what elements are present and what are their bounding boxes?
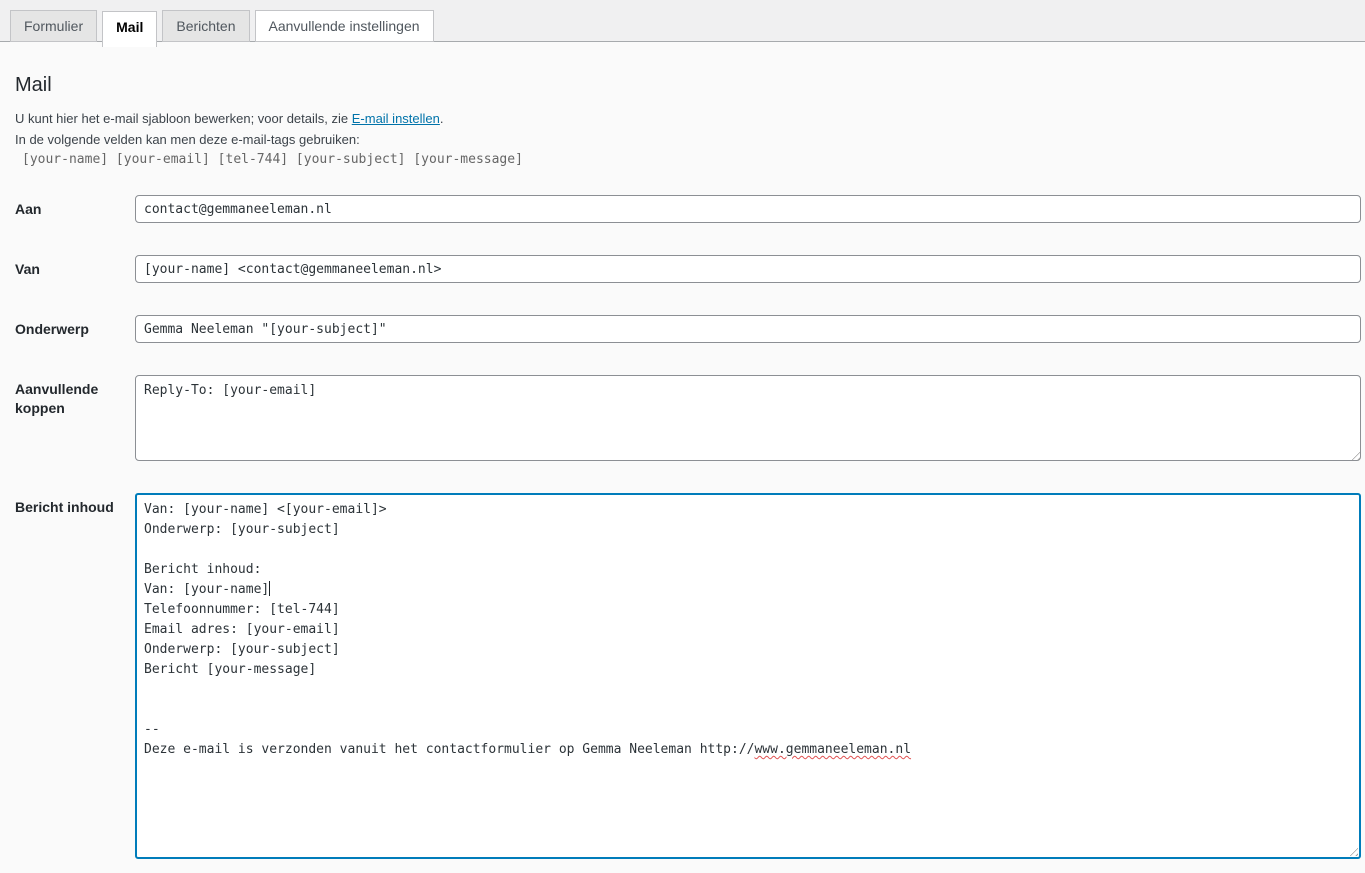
from-field-input[interactable] bbox=[135, 255, 1361, 283]
body-text-before-caret: Van: [your-name] <[your-email]> Onderwer… bbox=[144, 502, 387, 597]
available-mail-tags: [your-name] [your-email] [tel-744] [your… bbox=[22, 152, 523, 167]
from-field-label: Van bbox=[15, 261, 40, 277]
body-misspelled-url: www.gemmaneeleman.nl bbox=[754, 742, 912, 757]
tags-intro-line: In de volgende velden kan men deze e-mai… bbox=[15, 132, 360, 147]
resize-grabber-icon[interactable] bbox=[1346, 844, 1358, 856]
cf7-mail-settings-page: Formulier Mail Berichten Aanvullende ins… bbox=[0, 0, 1365, 859]
tab-mail[interactable]: Mail bbox=[102, 11, 158, 47]
intro-text-after: . bbox=[439, 111, 444, 126]
text-caret bbox=[269, 581, 271, 596]
panel-title: Mail bbox=[15, 74, 52, 96]
tab-formulier[interactable]: Formulier bbox=[10, 10, 98, 42]
body-text-after-caret: Telefoonnummer: [tel-744] Email adres: [… bbox=[144, 602, 755, 757]
field-row-to: Aan bbox=[15, 195, 1361, 223]
subject-field-input[interactable] bbox=[135, 315, 1361, 343]
tab-berichten[interactable]: Berichten bbox=[162, 10, 250, 42]
panel-description: U kunt hier het e-mail sjabloon bewerken… bbox=[15, 108, 1361, 150]
additional-headers-field-label: Aanvullende koppen bbox=[15, 381, 99, 416]
field-row-additional-headers: Aanvullende koppen Reply-To: [your-email… bbox=[15, 375, 1361, 461]
mail-panel: Mail U kunt hier het e-mail sjabloon bew… bbox=[0, 73, 1365, 859]
field-row-message-body: Bericht inhoud Van: [your-name] <[your-e… bbox=[15, 493, 1361, 859]
message-body-field-label: Bericht inhoud bbox=[15, 499, 114, 515]
field-row-from: Van bbox=[15, 255, 1361, 283]
additional-headers-textarea[interactable]: Reply-To: [your-email] bbox=[135, 375, 1361, 461]
to-field-input[interactable] bbox=[135, 195, 1361, 223]
mail-settings-form: Aan Van Onderwerp Aanvullende koppen bbox=[15, 195, 1361, 859]
subject-field-label: Onderwerp bbox=[15, 321, 89, 337]
tab-aanvullende-instellingen[interactable]: Aanvullende instellingen bbox=[254, 10, 434, 42]
editor-tab-bar: Formulier Mail Berichten Aanvullende ins… bbox=[0, 0, 1365, 47]
to-field-label: Aan bbox=[15, 201, 42, 217]
intro-text-before: U kunt hier het e-mail sjabloon bewerken… bbox=[15, 111, 352, 126]
email-setup-link[interactable]: E-mail instellen bbox=[352, 111, 440, 126]
message-body-textarea[interactable]: Van: [your-name] <[your-email]> Onderwer… bbox=[135, 493, 1361, 859]
intro-line: U kunt hier het e-mail sjabloon bewerken… bbox=[15, 108, 1361, 129]
field-row-subject: Onderwerp bbox=[15, 315, 1361, 343]
